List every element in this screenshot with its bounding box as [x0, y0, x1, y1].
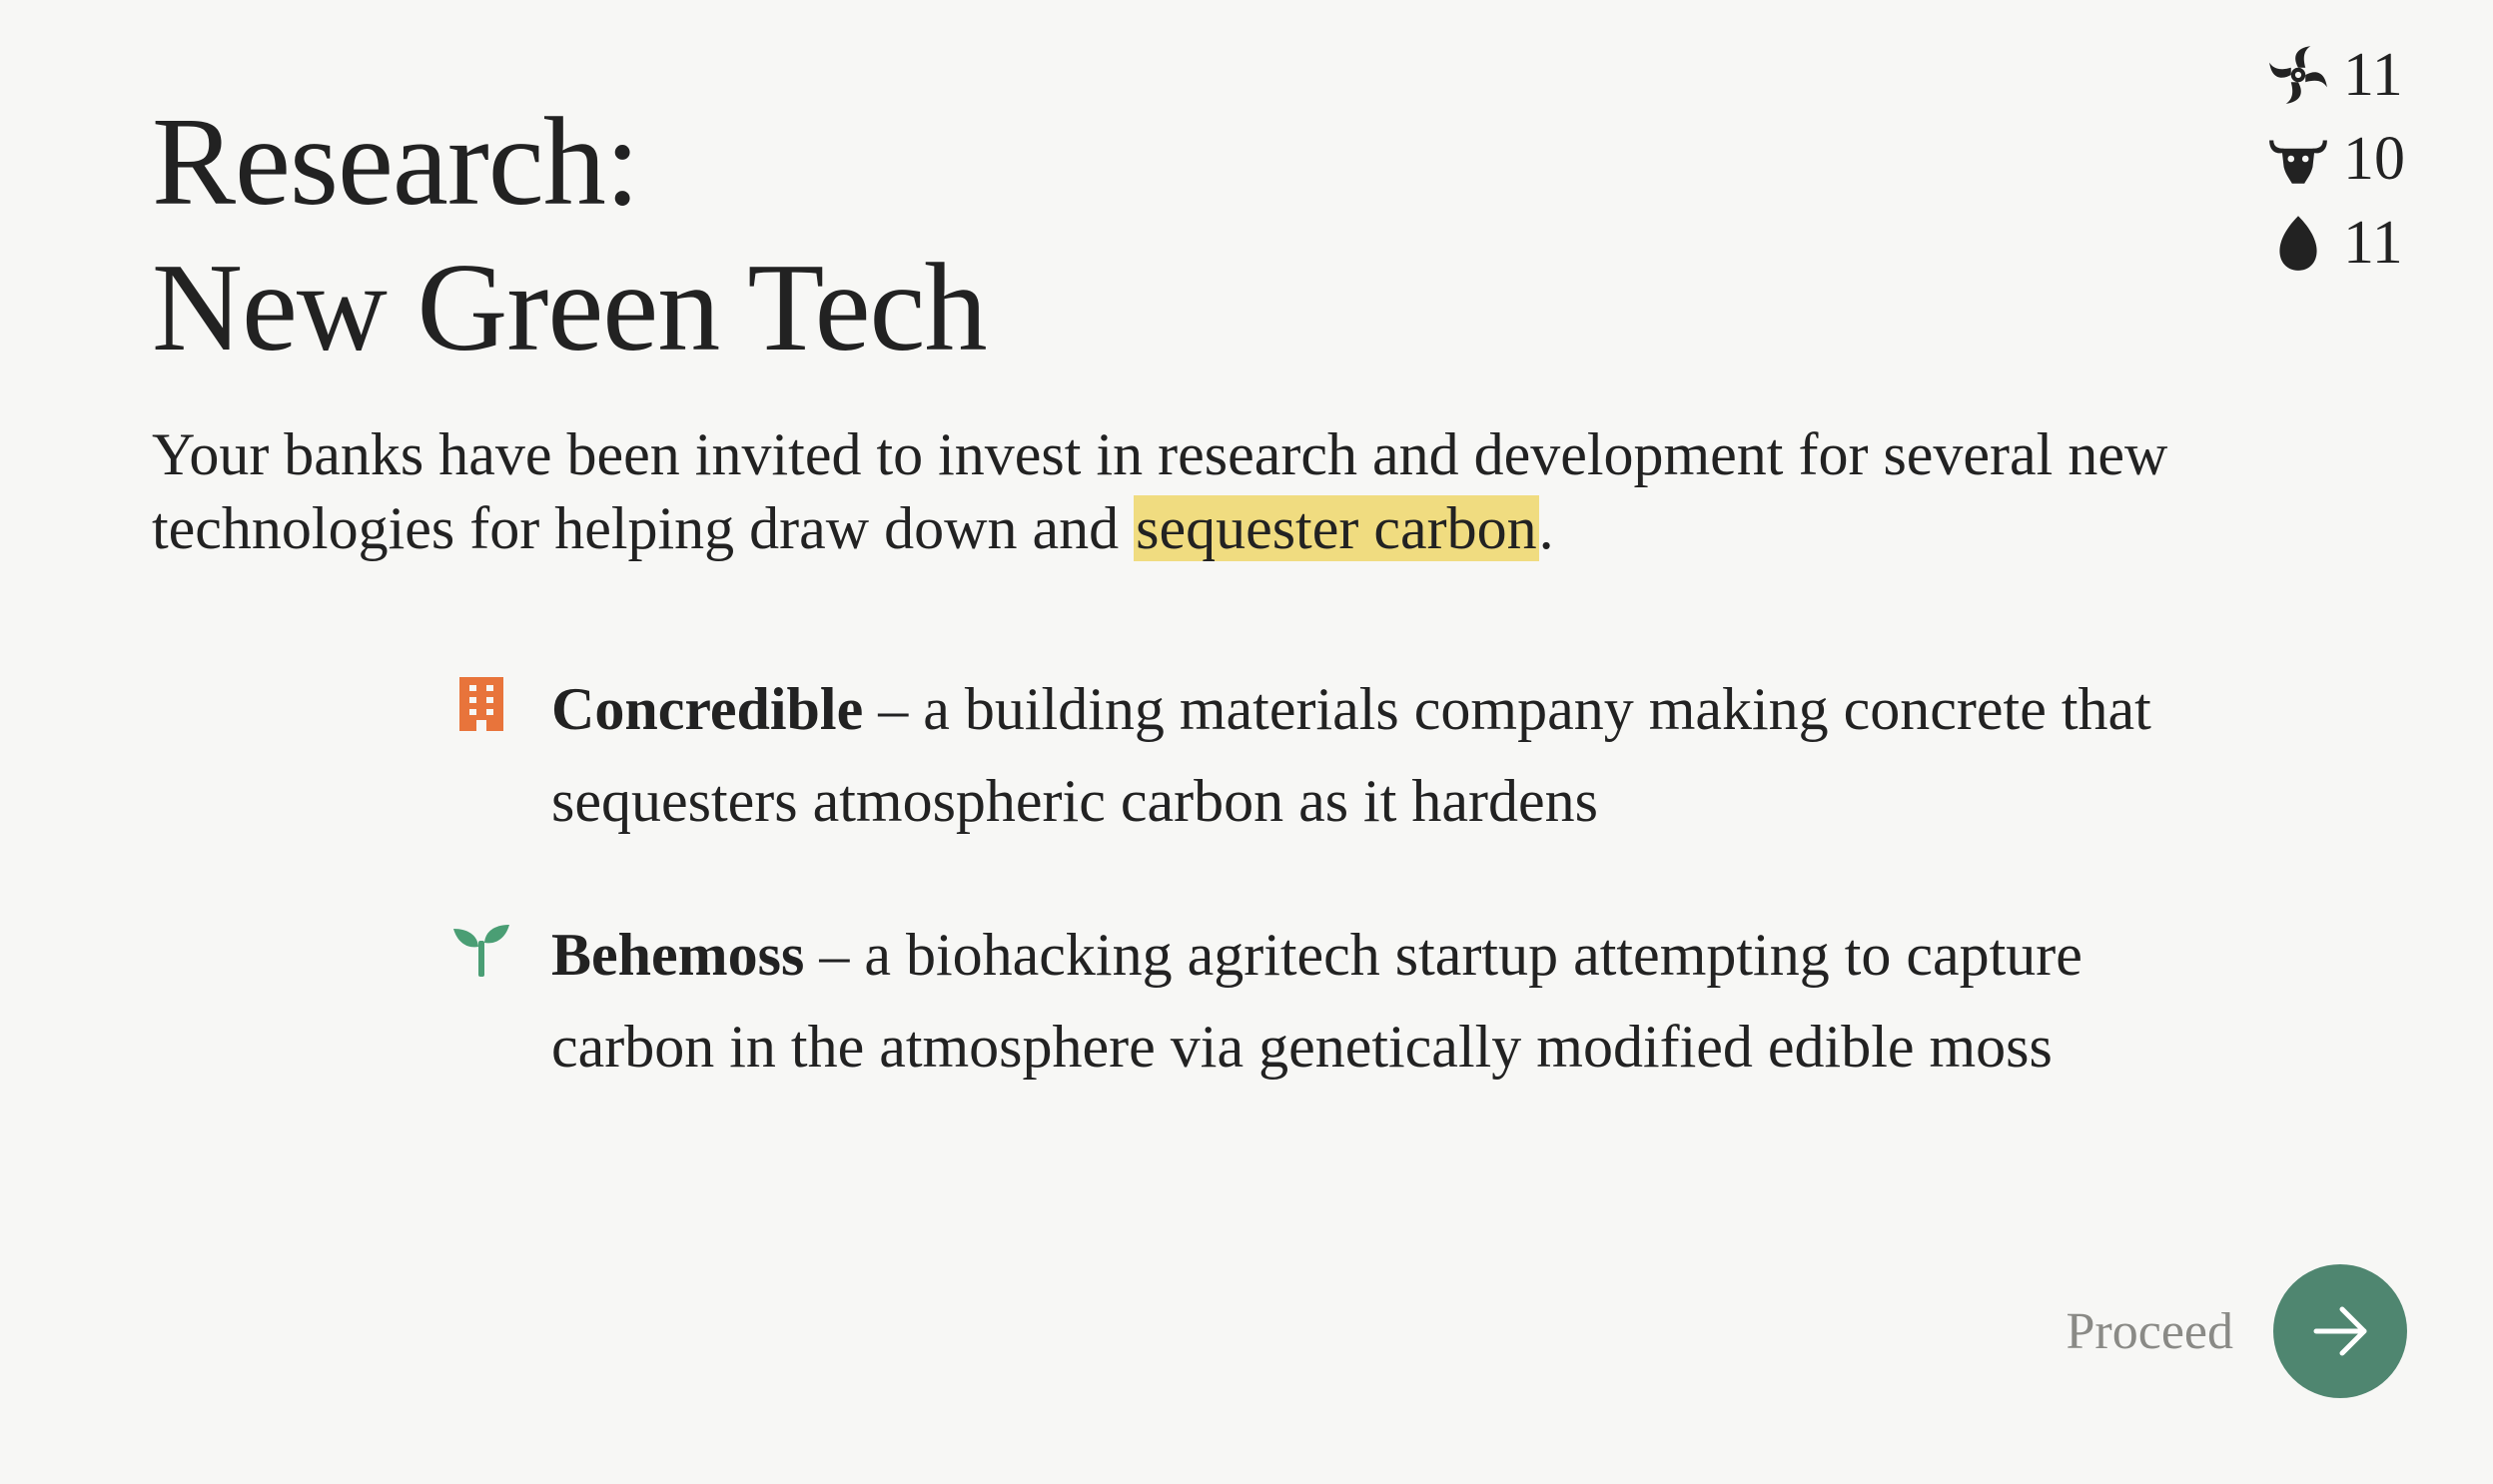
proceed-label[interactable]: Proceed [2067, 1302, 2233, 1361]
item-text-concredible: Concredible – a building materials compa… [551, 663, 2239, 847]
item-text-behemoss: Behemoss – a biohacking agritech startup… [551, 909, 2239, 1093]
item-name-concredible: Concredible [551, 676, 864, 742]
list-item-concredible: Concredible – a building materials compa… [451, 663, 2239, 847]
stat-drop: 11 [2265, 204, 2413, 282]
sprout-icon [451, 919, 511, 979]
hurricane-icon [2265, 42, 2331, 108]
drop-icon [2265, 210, 2331, 276]
tech-list: Concredible – a building materials compa… [451, 663, 2239, 1154]
stat-bull: 10 [2265, 120, 2413, 198]
research-screen: 11 10 11 Research: New Green Tech Your b… [0, 0, 2493, 1484]
arrow-right-icon [2308, 1299, 2372, 1363]
highlighted-term[interactable]: sequester carbon [1134, 495, 1539, 561]
proceed-button[interactable] [2273, 1264, 2407, 1398]
item-name-behemoss: Behemoss [551, 922, 805, 988]
stat-hurricane: 11 [2265, 36, 2413, 114]
intro-paragraph: Your banks have been invited to invest i… [152, 417, 2299, 565]
proceed-control[interactable]: Proceed [2067, 1264, 2407, 1398]
bull-head-icon [2265, 126, 2331, 192]
page-title: Research: New Green Tech [152, 90, 987, 381]
title-line-2: New Green Tech [152, 239, 987, 377]
stats-panel: 11 10 11 [2265, 36, 2413, 282]
stat-bull-value: 10 [2343, 125, 2405, 193]
title-line-1: Research: [152, 93, 640, 232]
intro-end: . [1538, 495, 1554, 561]
building-icon [451, 673, 511, 733]
list-item-behemoss: Behemoss – a biohacking agritech startup… [451, 909, 2239, 1093]
stat-drop-value: 11 [2343, 209, 2403, 277]
stat-hurricane-value: 11 [2343, 41, 2403, 109]
